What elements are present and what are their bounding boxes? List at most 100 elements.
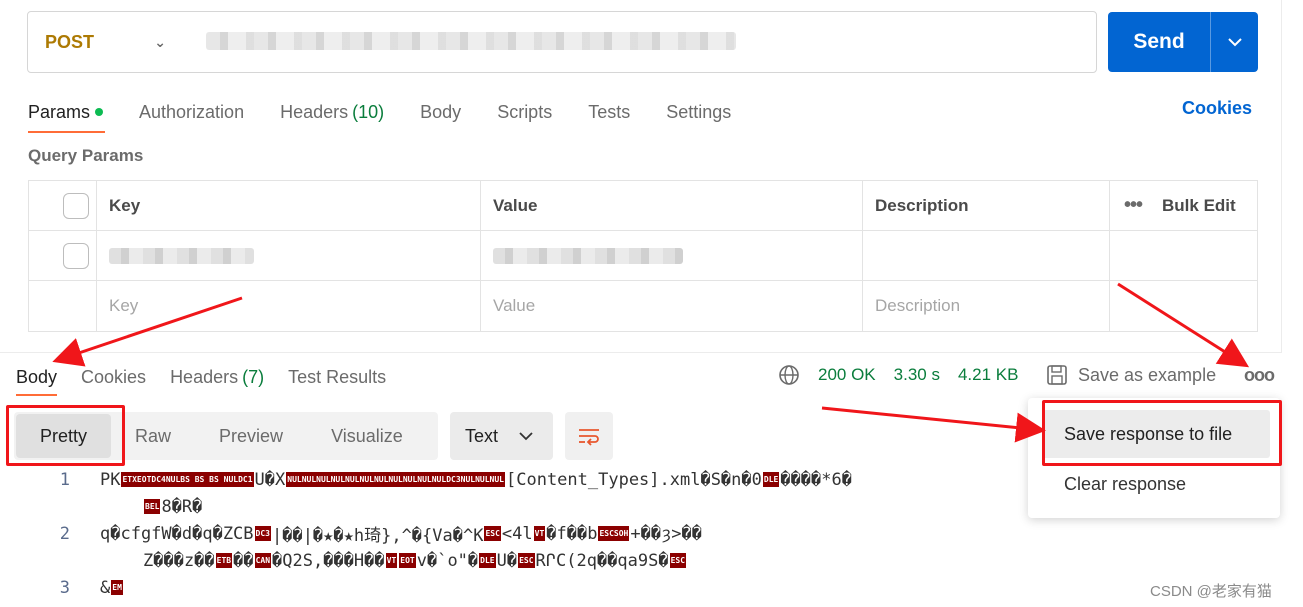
annotation-box-pretty [6,405,125,466]
code-fragment: �� [233,550,254,571]
code-fragment: v�`o"� [416,550,479,571]
tab-scripts-label: Scripts [497,101,553,122]
chevron-down-icon [1227,38,1242,47]
send-button[interactable]: Send [1108,12,1258,72]
code-text: & EM [100,578,124,598]
table-row-empty: Key Value Description [29,281,1257,331]
request-tabs: Params Authorization Headers (10) Body Sc… [28,94,767,134]
table-header-row: Key Value Description ••• Bulk Edit [29,181,1257,231]
view-preview[interactable]: Preview [195,414,307,458]
arrow-to-save-file [821,406,1046,443]
tab-body-label: Body [420,101,462,122]
response-tabs: Body Cookies Headers (7) Test Results [16,364,410,396]
code-text: BEL 8�R� [143,497,202,517]
code-line-wrapped: Z���z�� ETB �� CAN �Q2S,���H�� VT EOT v�`o"� DLE… [0,547,1281,574]
param-value-cell[interactable] [481,231,863,280]
control-char-run: ETB [215,553,233,568]
control-char-run: EM [111,580,123,595]
select-all-cell [29,181,97,230]
response-divider[interactable] [0,352,1282,353]
param-key-blurred [109,247,254,264]
format-select[interactable]: Text [450,412,553,460]
param-key-cell[interactable] [97,231,481,280]
response-headers-label: Headers [170,366,239,387]
code-fragment: U� [496,550,518,571]
code-fragment: �f��b [546,523,598,544]
response-tab-test-results[interactable]: Test Results [288,364,386,390]
save-as-example-label: Save as example [1078,364,1217,385]
send-label: Send [1133,30,1185,53]
response-status-bar: 200 OK 3.30 s 4.21 KB [778,364,1036,386]
save-icon [1047,365,1067,385]
code-fragment: U�X [254,469,286,490]
code-text: PK ETXEOTDC4NULBS BS BS NULDC1 U�X NULNULNU… [100,470,852,490]
clear-response-item[interactable]: Clear response [1028,460,1280,508]
code-fragment: & [100,577,111,598]
params-table: Key Value Description ••• Bulk Edit Key … [28,180,1258,332]
headers-count: (10) [352,101,385,122]
param-value-blurred [493,247,683,264]
tab-body[interactable]: Body [420,94,461,130]
select-all-checkbox[interactable] [63,192,89,219]
tab-settings-label: Settings [666,101,732,122]
tab-settings[interactable]: Settings [666,94,731,130]
line-number: 3 [59,577,70,598]
method-label: POST [45,31,95,52]
tab-headers-label: Headers [280,101,349,122]
row-checkbox[interactable] [63,242,89,269]
code-fragment: 8�R� [161,496,203,517]
wrap-lines-button[interactable] [565,412,613,460]
url-input[interactable] [206,32,736,50]
control-char-run: VT [385,553,398,568]
value-input[interactable]: Value [481,281,863,331]
key-input[interactable]: Key [97,281,481,331]
bulk-edit-link[interactable]: Bulk Edit [1162,196,1236,216]
tab-headers[interactable]: Headers (10) [280,94,384,130]
code-line: 2 q�cfgfW�d�q�ZCB DC3 |��|�★�★h琦},^�{Va�^K… [0,520,1281,547]
code-text: q�cfgfW�d�q�ZCB DC3 |��|�★�★h琦},^�{Va�^K ES… [100,521,702,547]
control-char-run: DLE [762,472,780,487]
control-char-run: EOT [399,553,416,568]
view-visualize[interactable]: Visualize [307,414,427,458]
control-char-run: NULNULNULNULNULNULNULNULNULNULNULDC3NULN… [286,472,505,487]
line-number: 1 [59,469,70,490]
control-char-run: DLE [479,553,496,568]
pane-divider [1281,0,1282,352]
cookies-link[interactable]: Cookies [1182,98,1252,119]
control-char-run: BEL [144,499,161,514]
code-fragment: ����*6� [780,469,852,490]
value-column-header: Value [481,181,863,230]
more-options-icon[interactable]: ••• [1124,194,1143,217]
bulk-edit-cell: ••• Bulk Edit [1110,181,1257,230]
send-dropdown-button[interactable] [1211,12,1258,72]
params-indicator-dot [95,108,104,116]
code-fragment: RՐC(2q��qa9S� [535,550,669,571]
code-fragment: <4l [501,523,533,544]
response-headers-count: (7) [242,366,265,387]
code-fragment: q�cfgfW�d�q�ZCB [100,523,254,544]
code-fragment: PK [100,469,121,490]
more-options-icon[interactable]: ooo [1244,365,1275,386]
empty-checkbox-cell [29,281,97,331]
tab-params-label: Params [28,101,91,122]
tab-tests[interactable]: Tests [588,94,630,130]
response-tab-cookies[interactable]: Cookies [81,364,146,390]
param-description-cell[interactable] [863,231,1110,280]
description-column-header: Description [863,181,1110,230]
status-code[interactable]: 200 OK [818,365,876,385]
tab-params[interactable]: Params [28,94,106,133]
method-select[interactable]: POST ⌄ [28,32,188,53]
code-fragment: [Content_Types].xml�S�n�0 [506,469,762,490]
response-tab-headers[interactable]: Headers (7) [170,364,264,390]
tab-authorization[interactable]: Authorization [139,94,244,130]
description-input[interactable]: Description [863,281,1110,331]
save-as-example-button[interactable]: Save as example [1046,364,1216,386]
control-char-run: ESC [484,526,501,541]
response-size[interactable]: 4.21 KB [958,365,1019,385]
tab-scripts[interactable]: Scripts [497,94,552,130]
response-time[interactable]: 3.30 s [894,365,940,385]
control-char-run: VT [533,526,546,541]
response-tab-body[interactable]: Body [16,364,58,396]
globe-icon[interactable] [778,364,800,386]
control-char-run: ESC [518,553,535,568]
